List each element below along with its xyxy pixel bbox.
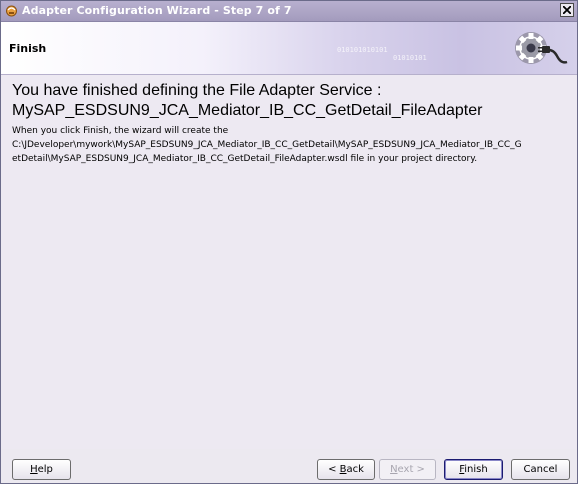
finish-label: inish xyxy=(464,464,488,475)
description-line: C:\JDeveloper\mywork\MySAP_ESDSUN9_JCA_M… xyxy=(12,140,522,150)
gear-plug-icon xyxy=(515,32,568,64)
wizard-content: You have finished defining the File Adap… xyxy=(1,75,577,449)
back-button[interactable]: < Back xyxy=(317,459,375,480)
help-label: elp xyxy=(37,464,53,475)
description-line: When you click Finish, the wizard will c… xyxy=(12,126,229,136)
window-title: Adapter Configuration Wizard - Step 7 of… xyxy=(22,4,292,17)
wizard-window: Adapter Configuration Wizard - Step 7 of… xyxy=(0,0,578,484)
back-mnemonic: B xyxy=(339,464,347,475)
wizard-banner: Finish 010101010101 01010101 xyxy=(1,22,577,75)
finish-description: When you click Finish, the wizard will c… xyxy=(12,124,572,166)
button-bar: Help < Back Next > Finish Cancel xyxy=(1,449,577,483)
finish-heading: You have finished defining the File Adap… xyxy=(12,82,382,99)
close-button[interactable] xyxy=(560,3,574,17)
finish-button[interactable]: Finish xyxy=(444,459,503,480)
close-icon xyxy=(563,6,571,14)
title-bar[interactable]: Adapter Configuration Wizard - Step 7 of… xyxy=(1,1,577,22)
binary-decoration: 01010101 xyxy=(393,54,427,62)
binary-decoration: 010101010101 xyxy=(337,46,388,54)
next-mnemonic: N xyxy=(390,464,398,475)
banner-title: Finish xyxy=(9,42,47,55)
app-coffee-icon xyxy=(6,5,17,17)
description-line: etDetail\MySAP_ESDSUN9_JCA_Mediator_IB_C… xyxy=(12,154,478,164)
next-label: ext > xyxy=(397,464,425,475)
next-button[interactable]: Next > xyxy=(379,459,436,480)
help-button[interactable]: Help xyxy=(12,459,71,480)
cancel-button[interactable]: Cancel xyxy=(511,459,570,480)
service-name: MySAP_ESDSUN9_JCA_Mediator_IB_CC_GetDeta… xyxy=(12,102,483,119)
back-label: ack xyxy=(346,464,364,475)
help-mnemonic: H xyxy=(30,464,38,475)
back-arrow: < xyxy=(328,464,340,475)
